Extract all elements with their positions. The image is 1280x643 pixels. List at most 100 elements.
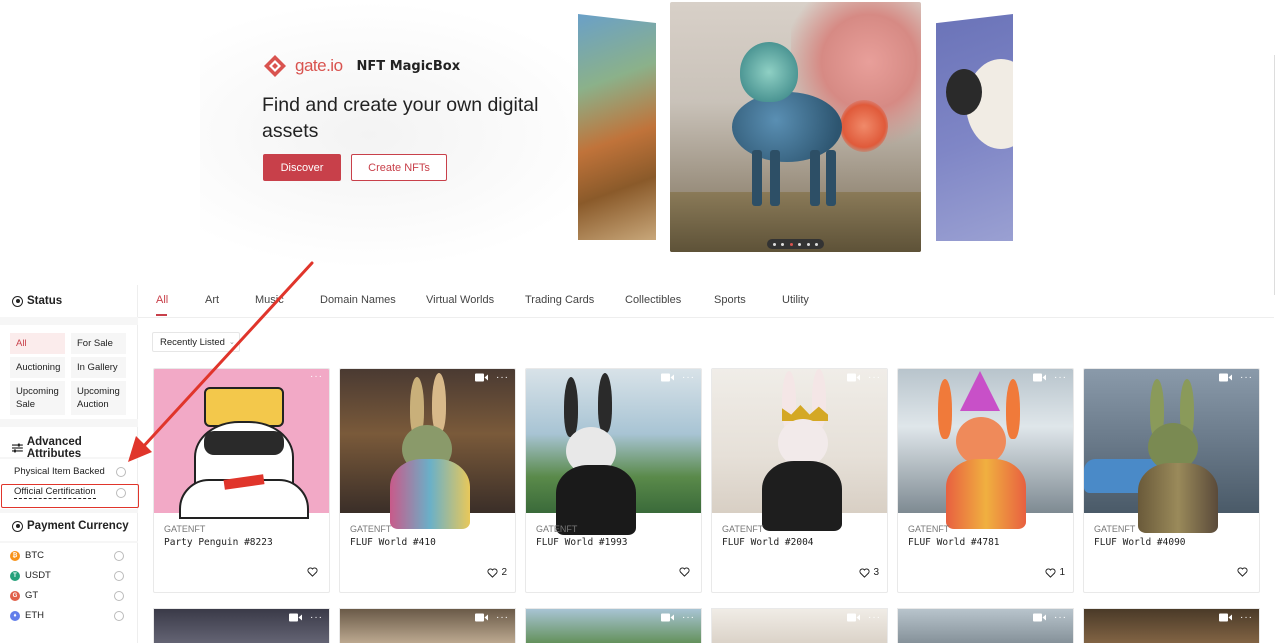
like-count: 2 <box>501 567 507 578</box>
artwork-bunny-body <box>762 461 842 531</box>
artwork-bunny-body <box>946 459 1026 529</box>
nft-card[interactable]: ··· <box>897 608 1074 643</box>
divider <box>0 509 138 513</box>
carousel-prev-artwork[interactable] <box>578 14 656 240</box>
card-title[interactable]: FLUF World #4090 <box>1094 537 1186 548</box>
currency-row-gt[interactable]: G GT <box>10 590 124 601</box>
nft-card-image[interactable] <box>340 369 515 529</box>
currency-radio[interactable] <box>114 570 124 581</box>
carousel-next-artwork[interactable] <box>936 14 1013 241</box>
more-options-icon[interactable]: ··· <box>496 372 509 382</box>
carousel-dot[interactable] <box>781 242 785 246</box>
currency-radio[interactable] <box>114 590 124 601</box>
nft-card-image[interactable] <box>526 369 701 535</box>
like-button[interactable]: 2 <box>487 567 507 578</box>
video-icon <box>1219 613 1232 622</box>
currency-row-eth[interactable]: ♦ ETH <box>10 610 124 621</box>
more-options-icon[interactable]: ··· <box>682 372 695 382</box>
artwork-sheep-head <box>946 69 982 115</box>
status-button-upcoming-auction[interactable]: Upcoming Auction <box>71 381 126 415</box>
like-count: 1 <box>1059 567 1065 578</box>
artwork-bunny-ear <box>938 379 952 439</box>
nft-card[interactable]: ··· <box>339 608 516 643</box>
more-options-icon[interactable]: ··· <box>1240 612 1253 622</box>
attribute-radio[interactable] <box>116 466 126 477</box>
attribute-label: Physical Item Backed <box>14 466 105 477</box>
artwork-bunny-head <box>956 417 1006 465</box>
discover-button[interactable]: Discover <box>263 154 341 181</box>
scrollbar-track[interactable] <box>1274 55 1275 295</box>
currency-radio[interactable] <box>114 610 124 621</box>
like-button[interactable]: 3 <box>859 567 879 578</box>
tab-utility[interactable]: Utility <box>782 294 809 306</box>
tab-trading-cards[interactable]: Trading Cards <box>525 294 594 306</box>
carousel-dot[interactable] <box>789 242 793 246</box>
more-options-icon[interactable]: ··· <box>496 612 509 622</box>
carousel-dot[interactable] <box>772 242 776 246</box>
nft-card-image[interactable] <box>898 369 1073 529</box>
card-title[interactable]: FLUF World #4781 <box>908 537 1000 548</box>
create-nfts-button[interactable]: Create NFTs <box>351 154 447 181</box>
more-options-icon[interactable]: ··· <box>1240 372 1253 382</box>
status-button-in-gallery[interactable]: In Gallery <box>71 357 126 378</box>
tab-music[interactable]: Music <box>255 294 284 306</box>
carousel-dot[interactable] <box>815 242 819 246</box>
currency-radio[interactable] <box>114 550 124 561</box>
card-title[interactable]: FLUF World #1993 <box>536 537 628 548</box>
tab-art[interactable]: Art <box>205 294 219 306</box>
carousel-current-artwork[interactable] <box>670 2 921 252</box>
more-options-icon[interactable]: ··· <box>1054 372 1067 382</box>
more-options-icon[interactable]: ··· <box>682 612 695 622</box>
nft-card[interactable]: ··· <box>153 608 330 643</box>
carousel-dot[interactable] <box>806 242 810 246</box>
carousel-dot[interactable] <box>798 242 802 246</box>
like-button[interactable] <box>679 567 693 577</box>
payment-currency-heading[interactable]: Payment Currency <box>12 520 129 532</box>
nft-card-image[interactable] <box>154 369 329 519</box>
more-options-icon[interactable]: ··· <box>868 372 881 382</box>
nft-card[interactable]: ··· GATENFT FLUF World #1993 <box>525 368 702 593</box>
nft-card[interactable]: ··· GATENFT FLUF World #2004 3 <box>711 368 888 593</box>
nft-card[interactable]: ··· GATENFT FLUF World #410 2 <box>339 368 516 593</box>
nft-card[interactable]: ··· GATENFT FLUF World #4090 <box>1083 368 1260 593</box>
like-button[interactable]: 1 <box>1045 567 1065 578</box>
currency-row-usdt[interactable]: T USDT <box>10 570 124 581</box>
more-options-icon[interactable]: ··· <box>1054 612 1067 622</box>
nft-card[interactable]: ··· <box>525 608 702 643</box>
tab-virtual-worlds[interactable]: Virtual Worlds <box>426 294 494 306</box>
nft-card-image[interactable] <box>1084 369 1259 533</box>
nft-card-image[interactable] <box>712 369 887 531</box>
more-options-icon[interactable]: ··· <box>868 612 881 622</box>
nft-card[interactable]: ··· <box>1083 608 1260 643</box>
status-button-upcoming-sale[interactable]: Upcoming Sale <box>10 381 65 415</box>
like-count: 3 <box>873 567 879 578</box>
like-button[interactable] <box>307 567 321 577</box>
card-actions: ··· <box>661 612 695 622</box>
currency-row-btc[interactable]: ₿ BTC <box>10 550 124 561</box>
artwork-bunny-ear <box>1006 379 1020 439</box>
card-title[interactable]: Party Penguin #8223 <box>164 537 273 548</box>
more-options-icon[interactable]: ··· <box>310 372 323 382</box>
status-button-all[interactable]: All <box>10 333 65 354</box>
attribute-row-physical-item[interactable]: Physical Item Backed <box>14 466 126 477</box>
nft-card[interactable]: ··· GATENFT FLUF World #4781 1 <box>897 368 1074 593</box>
usdt-icon: T <box>10 570 20 581</box>
sort-dropdown[interactable]: Recently Listed ⌄ <box>152 332 240 352</box>
carousel-dots[interactable] <box>767 239 824 249</box>
tab-collectibles[interactable]: Collectibles <box>625 294 681 306</box>
more-options-icon[interactable]: ··· <box>310 612 323 622</box>
nft-card[interactable]: ··· <box>711 608 888 643</box>
status-button-auctioning[interactable]: Auctioning <box>10 357 65 378</box>
tab-all[interactable]: All <box>156 294 168 306</box>
artwork-party-hat <box>960 371 1000 411</box>
status-button-for-sale[interactable]: For Sale <box>71 333 126 354</box>
tab-domain-names[interactable]: Domain Names <box>320 294 396 306</box>
artwork-bunny-ear <box>564 377 578 437</box>
status-heading[interactable]: Status <box>12 295 62 307</box>
card-title[interactable]: FLUF World #2004 <box>722 537 814 548</box>
nft-card[interactable]: ··· GATENFT Party Penguin #8223 <box>153 368 330 593</box>
video-icon <box>1219 373 1232 382</box>
like-button[interactable] <box>1237 567 1251 577</box>
card-title[interactable]: FLUF World #410 <box>350 537 436 548</box>
tab-sports[interactable]: Sports <box>714 294 746 306</box>
